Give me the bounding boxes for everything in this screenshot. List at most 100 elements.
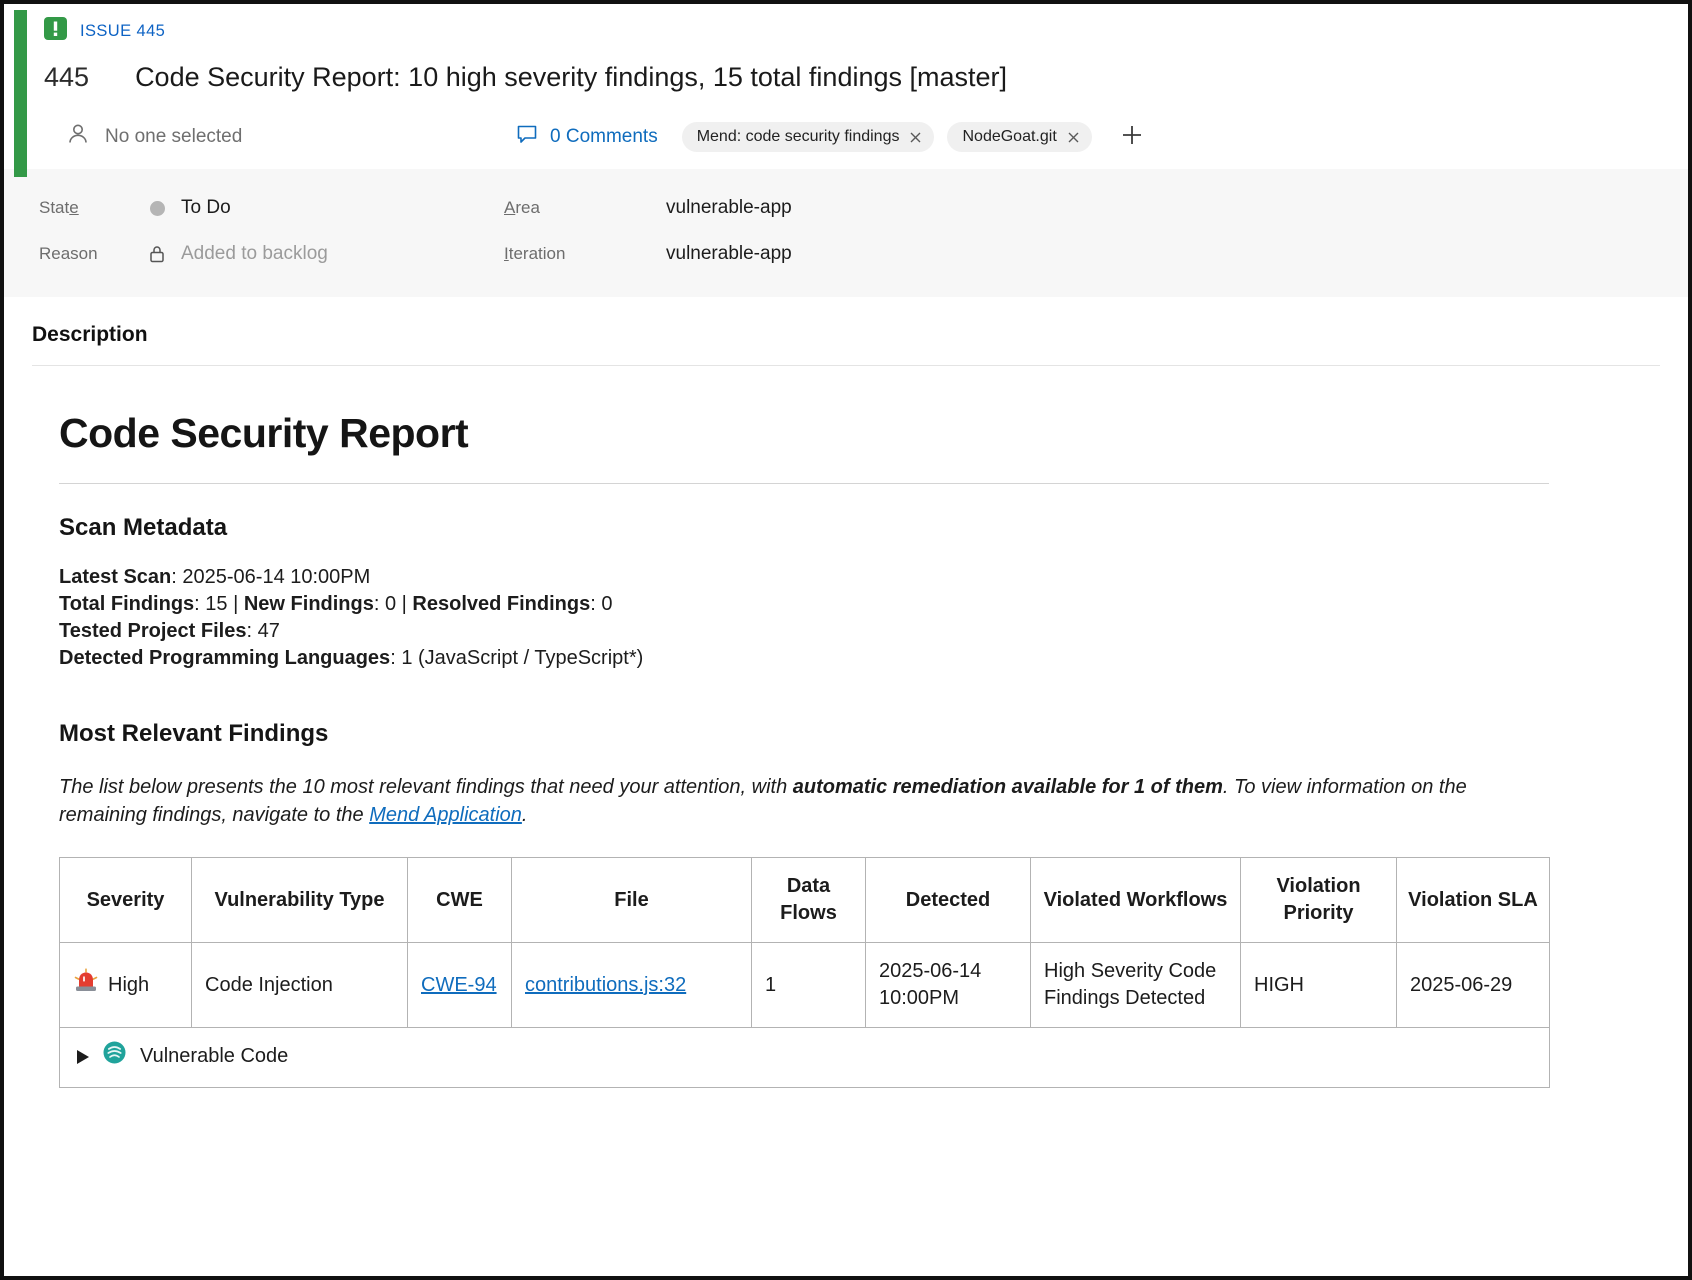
cyclone-icon	[102, 1040, 127, 1073]
tag-label: Mend: code security findings	[697, 128, 900, 146]
col-header-severity: Severity	[60, 858, 192, 943]
fields-section: State To Do Area vulnerable-app Reason A…	[4, 169, 1688, 297]
vulnerable-code-expander[interactable]: Vulnerable Code	[77, 1040, 1536, 1073]
state-label: State	[39, 198, 147, 218]
triangle-right-icon	[77, 1050, 89, 1064]
reason-value[interactable]: Added to backlog	[181, 243, 328, 265]
total-findings-value: 15	[205, 593, 227, 615]
description-section: Description Code Security Report Scan Me…	[4, 297, 1688, 1088]
work-item-type-color-bar	[14, 10, 27, 177]
close-icon[interactable]	[1068, 132, 1079, 143]
assignee-picker[interactable]: No one selected	[66, 122, 516, 152]
vulnerability-type-cell: Code Injection	[192, 943, 408, 1028]
tested-files-label: Tested Project Files	[59, 620, 246, 642]
iteration-field[interactable]: Iteration vulnerable-app	[504, 231, 1688, 277]
description-heading: Description	[32, 323, 1660, 347]
separator: :	[374, 593, 385, 615]
languages-value: 1 (JavaScript / TypeScript*)	[401, 647, 643, 669]
state-dot	[147, 201, 167, 216]
plus-icon	[1120, 123, 1144, 152]
col-header-detected: Detected	[866, 858, 1031, 943]
separator: :	[194, 593, 205, 615]
area-value[interactable]: vulnerable-app	[666, 197, 792, 219]
area-field[interactable]: Area vulnerable-app	[504, 185, 1688, 231]
severity-value: High	[108, 972, 149, 999]
meta-row: No one selected 0 Comments Mend: code se…	[66, 117, 1688, 157]
tag-pill[interactable]: Mend: code security findings	[682, 122, 935, 152]
description-divider	[32, 365, 1660, 366]
resolved-findings-label: Resolved Findings	[412, 593, 590, 615]
scan-metadata-heading: Scan Metadata	[59, 514, 1549, 542]
state-value[interactable]: To Do	[181, 197, 231, 219]
intro-bold-text: automatic remediation available for 1 of…	[793, 776, 1223, 798]
col-header-violated-workflows: Violated Workflows	[1031, 858, 1241, 943]
lock-icon	[147, 244, 167, 264]
work-item-title[interactable]: Code Security Report: 10 high severity f…	[135, 62, 1007, 93]
latest-scan-label: Latest Scan	[59, 566, 171, 588]
file-cell: contributions.js:32	[512, 943, 752, 1028]
file-link[interactable]: contributions.js:32	[525, 974, 686, 996]
most-relevant-findings-heading: Most Relevant Findings	[59, 720, 1549, 748]
separator: |	[228, 593, 244, 615]
separator: |	[396, 593, 412, 615]
scan-metadata-text: Latest Scan: 2025-06-14 10:00PM Total Fi…	[59, 564, 1549, 672]
col-header-data-flows: Data Flows	[752, 858, 866, 943]
separator: :	[171, 566, 182, 588]
cwe-link[interactable]: CWE-94	[421, 974, 497, 996]
separator: :	[390, 647, 401, 669]
work-item-type-row: ISSUE 445	[44, 18, 1688, 44]
col-header-file: File	[512, 858, 752, 943]
reason-field[interactable]: Reason Added to backlog	[39, 231, 504, 277]
tag-pill[interactable]: NodeGoat.git	[947, 122, 1091, 152]
person-icon	[66, 122, 90, 152]
intro-text: The list below presents the 10 most rele…	[59, 776, 793, 798]
new-findings-label: New Findings	[244, 593, 374, 615]
languages-label: Detected Programming Languages	[59, 647, 390, 669]
close-icon[interactable]	[910, 132, 921, 143]
rotating-light-icon	[73, 968, 99, 1002]
iteration-value[interactable]: vulnerable-app	[666, 243, 792, 265]
col-header-cwe: CWE	[408, 858, 512, 943]
new-findings-value: 0	[385, 593, 396, 615]
col-header-violation-sla: Violation SLA	[1397, 858, 1550, 943]
state-field[interactable]: State To Do	[39, 185, 504, 231]
title-row: 445 Code Security Report: 10 high severi…	[44, 62, 1688, 93]
total-findings-label: Total Findings	[59, 593, 194, 615]
comments-link[interactable]: 0 Comments	[516, 123, 658, 151]
work-item-page: ISSUE 445 445 Code Security Report: 10 h…	[0, 0, 1692, 1280]
reason-label: Reason	[39, 244, 147, 264]
work-item-id: 445	[44, 62, 89, 93]
tag-label: NodeGoat.git	[962, 128, 1056, 146]
violation-sla-cell: 2025-06-29	[1397, 943, 1550, 1028]
findings-intro: The list below presents the 10 most rele…	[59, 774, 1539, 829]
tag-list: Mend: code security findings NodeGoat.gi…	[682, 122, 1144, 152]
comment-bubble-icon	[516, 123, 538, 151]
area-label: Area	[504, 198, 652, 218]
col-header-violation-priority: Violation Priority	[1241, 858, 1397, 943]
resolved-findings-value: 0	[601, 593, 612, 615]
work-item-type-label[interactable]: ISSUE 445	[80, 22, 165, 41]
add-tag-button[interactable]	[1120, 123, 1144, 152]
latest-scan-value: 2025-06-14 10:00PM	[182, 566, 370, 588]
horizontal-rule	[59, 483, 1549, 484]
cwe-cell: CWE-94	[408, 943, 512, 1028]
violation-priority-cell: HIGH	[1241, 943, 1397, 1028]
description-body: Code Security Report Scan Metadata Lates…	[32, 410, 1549, 1088]
work-item-header: ISSUE 445 445 Code Security Report: 10 h…	[4, 4, 1688, 157]
table-row: High Code Injection CWE-94 contributions…	[60, 943, 1550, 1028]
separator: :	[246, 620, 257, 642]
vulnerable-code-expander-cell: Vulnerable Code	[60, 1028, 1550, 1088]
mend-application-link[interactable]: Mend Application	[369, 804, 522, 826]
table-header-row: Severity Vulnerability Type CWE File Dat…	[60, 858, 1550, 943]
severity-cell: High	[60, 943, 192, 1028]
assignee-label: No one selected	[105, 126, 242, 148]
col-header-vulnerability-type: Vulnerability Type	[192, 858, 408, 943]
violated-workflows-cell: High Severity Code Findings Detected	[1031, 943, 1241, 1028]
report-title: Code Security Report	[59, 410, 1549, 457]
iteration-label: Iteration	[504, 244, 652, 264]
findings-table: Severity Vulnerability Type CWE File Dat…	[59, 857, 1550, 1088]
details-row: Vulnerable Code	[60, 1028, 1550, 1088]
vulnerable-code-label: Vulnerable Code	[140, 1043, 288, 1070]
comments-label: 0 Comments	[550, 126, 658, 148]
issue-icon	[44, 17, 67, 45]
